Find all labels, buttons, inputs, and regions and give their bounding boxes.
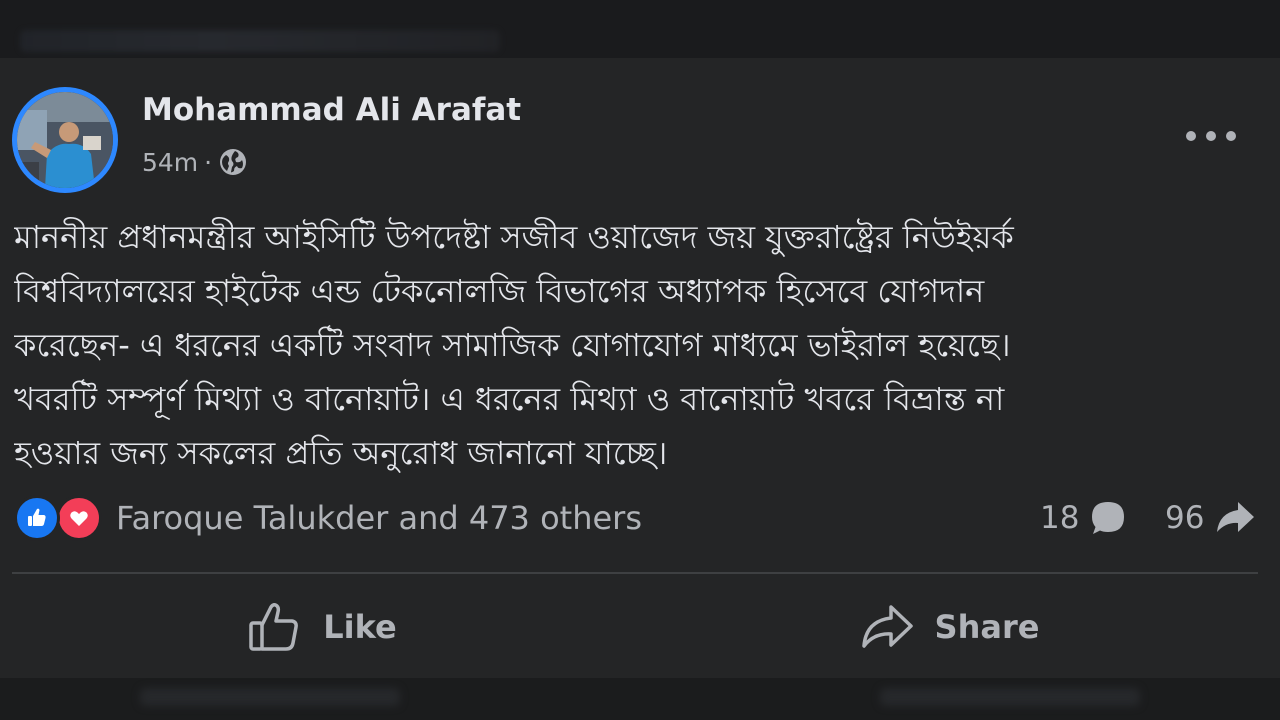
avatar-image [17, 92, 113, 188]
share-icon [861, 605, 913, 648]
divider [12, 572, 1258, 574]
comment-icon [1092, 502, 1125, 534]
blurred-footer-content [880, 688, 1140, 706]
post-text-line: খবরটি সম্পূর্ণ মিথ্যা ও বানোয়াট। এ ধরনে… [14, 380, 1005, 418]
share-arrow-icon [1217, 502, 1255, 532]
post-text-line: হওয়ার জন্য সকলের প্রতি অনুরোধ জানানো যা… [14, 434, 668, 472]
avatar-photo [17, 92, 113, 188]
more-options-icon[interactable] [1186, 124, 1236, 148]
post-text-line: করেছেন- এ ধরনের একটি সংবাদ সামাজিক যোগায… [14, 326, 1011, 364]
meta-separator: · [204, 147, 213, 177]
reactions-text[interactable]: Faroque Talukder and 473 others [116, 499, 642, 537]
reactions-summary[interactable]: Faroque Talukder and 473 others [14, 493, 642, 543]
dot-icon [1226, 131, 1236, 141]
dot-icon [1186, 131, 1196, 141]
dot-icon [1206, 131, 1216, 141]
share-button[interactable]: Share [640, 590, 1258, 664]
author-avatar[interactable] [12, 87, 118, 193]
shares-count[interactable]: 96 [1165, 496, 1256, 540]
comments-count[interactable]: 18 [1040, 496, 1127, 540]
blurred-header-content [20, 30, 500, 52]
love-reaction-icon [56, 495, 102, 541]
post-body-text: মাননীয় প্রধানমন্ত্রীর আইসিটি উপদেষ্টা স… [14, 210, 1264, 480]
post-text-line: মাননীয় প্রধানমন্ত্রীর আইসিটি উপদেষ্টা স… [14, 218, 1014, 256]
blurred-footer-content [140, 688, 400, 706]
comments-count-value: 18 [1040, 500, 1080, 536]
globe-icon[interactable] [218, 147, 248, 177]
heart-icon [70, 511, 88, 526]
like-button[interactable]: Like [12, 590, 632, 664]
thumbs-up-icon [28, 508, 46, 526]
post-meta: 54m · [142, 145, 248, 179]
like-icon [249, 602, 299, 651]
post-time[interactable]: 54m [142, 148, 198, 177]
like-button-label: Like [323, 608, 397, 646]
like-reaction-icon [14, 495, 60, 541]
share-button-label: Share [934, 608, 1040, 646]
shares-count-value: 96 [1165, 500, 1205, 536]
author-name[interactable]: Mohammad Ali Arafat [142, 92, 521, 128]
post-text-line: বিশ্ববিদ্যালয়ের হাইটেক এন্ড টেকনোলজি বি… [14, 272, 985, 310]
